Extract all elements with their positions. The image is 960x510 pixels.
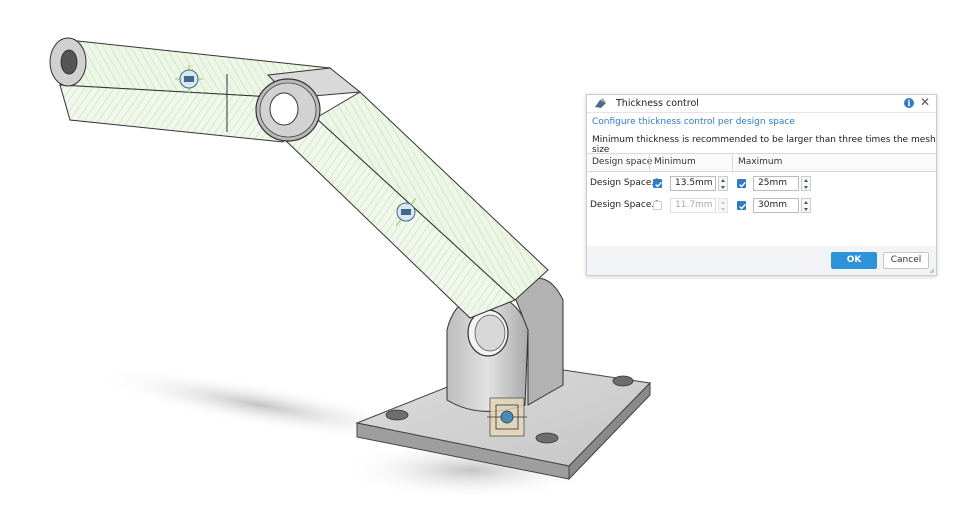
table-row: Design Space.1 13.5mm 25mm (587, 173, 936, 195)
maximum-input[interactable]: 30mm (753, 198, 799, 213)
design-space-label: Design Space.1 (590, 178, 660, 188)
resize-grip-icon[interactable] (929, 268, 935, 274)
maximum-spinner[interactable] (801, 176, 811, 191)
design-space-label: Design Space.2 (590, 200, 660, 210)
thickness-control-icon (595, 98, 606, 108)
thickness-control-dialog: Thickness control i ✕ Configure thicknes… (586, 94, 937, 276)
maximum-checkbox[interactable] (737, 179, 746, 188)
thickness-table: Design space Minimum Maximum Design Spac… (587, 153, 936, 247)
column-header-maximum: Maximum (738, 157, 783, 167)
dialog-title: Thickness control (616, 98, 699, 109)
cancel-button[interactable]: Cancel (883, 252, 929, 269)
minimum-spinner[interactable] (718, 198, 728, 213)
minimum-spinner[interactable] (718, 176, 728, 191)
maximum-checkbox[interactable] (737, 201, 746, 210)
minimum-checkbox[interactable] (653, 201, 662, 210)
elbow-hub (255, 78, 321, 142)
minimum-checkbox[interactable] (653, 179, 662, 188)
column-header-design-space: Design space (592, 157, 653, 167)
close-icon[interactable]: ✕ (919, 96, 931, 109)
info-icon[interactable]: i (904, 98, 914, 108)
dialog-footer: OK Cancel (587, 246, 936, 275)
dialog-titlebar[interactable]: Thickness control i ✕ (587, 95, 936, 113)
maximum-spinner[interactable] (801, 198, 811, 213)
configure-link[interactable]: Configure thickness control per design s… (592, 117, 795, 127)
minimum-input[interactable]: 11.7mm (670, 198, 716, 213)
mesh-size-hint: Minimum thickness is recommended to be l… (592, 135, 936, 155)
table-row: Design Space.2 11.7mm 30mm (587, 195, 936, 217)
column-header-minimum: Minimum (654, 157, 696, 167)
anchor-icon (487, 397, 527, 437)
table-header: Design space Minimum Maximum (587, 154, 936, 172)
minimum-input[interactable]: 13.5mm (670, 176, 716, 191)
lower-arm (280, 86, 549, 319)
ok-button[interactable]: OK (831, 252, 877, 269)
maximum-input[interactable]: 25mm (753, 176, 799, 191)
